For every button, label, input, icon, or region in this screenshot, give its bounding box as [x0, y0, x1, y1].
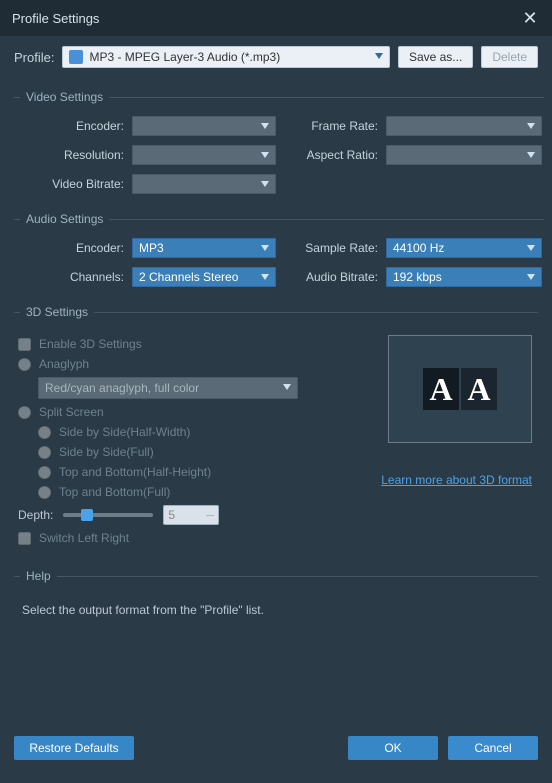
profile-row: Profile: MP3 - MPEG Layer-3 Audio (*.mp3… — [0, 36, 552, 82]
chevron-down-icon — [527, 123, 535, 129]
cancel-button[interactable]: Cancel — [448, 736, 538, 760]
chevron-down-icon — [261, 152, 269, 158]
profile-select[interactable]: MP3 - MPEG Layer-3 Audio (*.mp3) — [62, 46, 389, 68]
video-encoder-select[interactable] — [132, 116, 276, 136]
resolution-label: Resolution: — [16, 148, 132, 162]
ok-button[interactable]: OK — [348, 736, 438, 760]
sbs-full-radio[interactable]: Side by Side(Full) — [38, 445, 366, 459]
resolution-select[interactable] — [132, 145, 276, 165]
video-settings-legend: Video Settings — [20, 90, 109, 104]
sbs-half-radio[interactable]: Side by Side(Half-Width) — [38, 425, 366, 439]
aspect-select[interactable] — [386, 145, 542, 165]
chevron-down-icon — [527, 245, 535, 251]
learn-3d-link[interactable]: Learn more about 3D format — [381, 473, 532, 487]
depth-label: Depth: — [18, 508, 53, 522]
delete-button: Delete — [481, 46, 538, 68]
channels-select[interactable]: 2 Channels Stereo — [132, 267, 276, 287]
profile-value: MP3 - MPEG Layer-3 Audio (*.mp3) — [89, 50, 280, 64]
preview-letter: A — [461, 368, 497, 410]
tab-full-radio[interactable]: Top and Bottom(Full) — [38, 485, 366, 499]
audio-bitrate-label: Audio Bitrate: — [282, 270, 386, 284]
audio-encoder-select[interactable]: MP3 — [132, 238, 276, 258]
restore-defaults-button[interactable]: Restore Defaults — [14, 736, 134, 760]
close-icon[interactable]: ✕ — [520, 8, 540, 29]
chevron-down-icon — [261, 123, 269, 129]
3d-settings-legend: 3D Settings — [20, 305, 94, 319]
chevron-down-icon — [375, 53, 383, 59]
3d-preview: AA — [388, 335, 532, 443]
switch-lr-checkbox[interactable]: Switch Left Right — [18, 531, 366, 545]
preview-letter: A — [423, 368, 459, 410]
format-icon — [69, 50, 83, 64]
video-encoder-label: Encoder: — [16, 119, 132, 133]
enable-3d-checkbox[interactable]: Enable 3D Settings — [18, 337, 366, 351]
split-screen-radio[interactable]: Split Screen — [18, 405, 366, 419]
chevron-down-icon — [261, 274, 269, 280]
chevron-down-icon — [527, 274, 535, 280]
audio-bitrate-select[interactable]: 192 kbps — [386, 267, 542, 287]
aspect-label: Aspect Ratio: — [282, 148, 386, 162]
help-group: Help Select the output format from the "… — [14, 569, 538, 627]
slider-thumb[interactable] — [81, 509, 93, 521]
anaglyph-radio[interactable]: Anaglyph — [18, 357, 366, 371]
depth-slider[interactable] — [63, 513, 153, 517]
chevron-down-icon — [527, 152, 535, 158]
samplerate-select[interactable]: 44100 Hz — [386, 238, 542, 258]
audio-encoder-label: Encoder: — [16, 241, 132, 255]
footer: Restore Defaults OK Cancel — [0, 727, 552, 783]
framerate-label: Frame Rate: — [282, 119, 386, 133]
chevron-down-icon — [283, 384, 291, 390]
profile-label: Profile: — [14, 50, 54, 65]
video-bitrate-select[interactable] — [132, 174, 276, 194]
video-bitrate-label: Video Bitrate: — [16, 177, 132, 191]
chevron-down-icon — [261, 245, 269, 251]
samplerate-label: Sample Rate: — [282, 241, 386, 255]
audio-settings-group: Audio Settings Encoder: MP3 Sample Rate:… — [14, 212, 544, 287]
chevron-down-icon — [261, 181, 269, 187]
help-legend: Help — [20, 569, 57, 583]
titlebar: Profile Settings ✕ — [0, 0, 552, 36]
framerate-select[interactable] — [386, 116, 542, 136]
depth-spinner[interactable]: 5 — [163, 505, 219, 525]
audio-settings-legend: Audio Settings — [20, 212, 109, 226]
window-title: Profile Settings — [12, 11, 99, 26]
video-settings-group: Video Settings Encoder: Frame Rate: Reso… — [14, 90, 544, 194]
3d-settings-group: 3D Settings Enable 3D Settings Anaglyph … — [14, 305, 538, 551]
save-as-button[interactable]: Save as... — [398, 46, 473, 68]
channels-label: Channels: — [16, 270, 132, 284]
tab-half-radio[interactable]: Top and Bottom(Half-Height) — [38, 465, 366, 479]
help-text: Select the output format from the "Profi… — [16, 595, 536, 627]
anaglyph-mode-select[interactable]: Red/cyan anaglyph, full color — [38, 377, 298, 399]
